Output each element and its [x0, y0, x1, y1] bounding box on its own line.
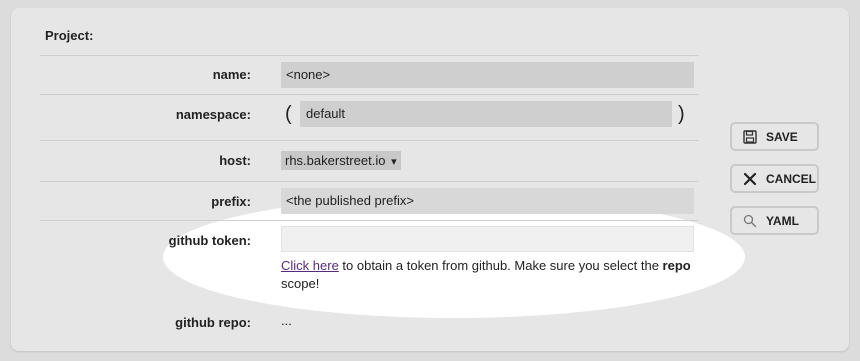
open-paren: ( [285, 103, 292, 125]
close-paren: ) [678, 103, 685, 125]
host-select-value: rhs.bakerstreet.io [285, 153, 386, 168]
help-bold-repo: repo [662, 258, 691, 273]
help-text-2: scope! [281, 276, 320, 291]
namespace-label: namespace: [175, 107, 251, 122]
namespace-input[interactable]: default [300, 101, 672, 127]
prefix-label: prefix: [211, 194, 251, 209]
divider [40, 140, 699, 141]
close-icon [740, 171, 760, 187]
section-title: Project: [45, 28, 94, 43]
cancel-label: CANCEL [766, 171, 816, 186]
yaml-button[interactable]: YAML [730, 206, 819, 235]
floppy-icon [740, 129, 760, 144]
divider [40, 55, 699, 56]
save-button[interactable]: SAVE [730, 122, 819, 151]
help-text-1: to obtain a token from github. Make sure… [338, 258, 663, 273]
host-label: host: [219, 153, 251, 168]
github-repo-label: github repo: [175, 315, 251, 330]
divider [40, 220, 699, 221]
name-label: name: [212, 67, 251, 82]
host-select[interactable]: rhs.bakerstreet.io ▾ [281, 151, 401, 170]
chevron-down-icon: ▾ [391, 156, 397, 168]
github-token-label: github token: [168, 233, 251, 248]
name-value: <none> [281, 62, 694, 88]
github-token-input[interactable] [281, 226, 694, 252]
divider [40, 181, 699, 182]
github-token-help: Click here to obtain a token from github… [281, 257, 701, 293]
save-label: SAVE [766, 129, 798, 144]
project-card: Project: name: <none> namespace: ( defau… [11, 8, 849, 351]
yaml-label: YAML [766, 213, 799, 228]
click-here-link[interactable]: Click here [281, 258, 339, 273]
cancel-button[interactable]: CANCEL [730, 164, 819, 193]
prefix-input[interactable]: <the published prefix> [281, 188, 694, 214]
divider [40, 94, 699, 95]
github-repo-value: ... [281, 313, 292, 328]
search-icon [740, 214, 760, 228]
